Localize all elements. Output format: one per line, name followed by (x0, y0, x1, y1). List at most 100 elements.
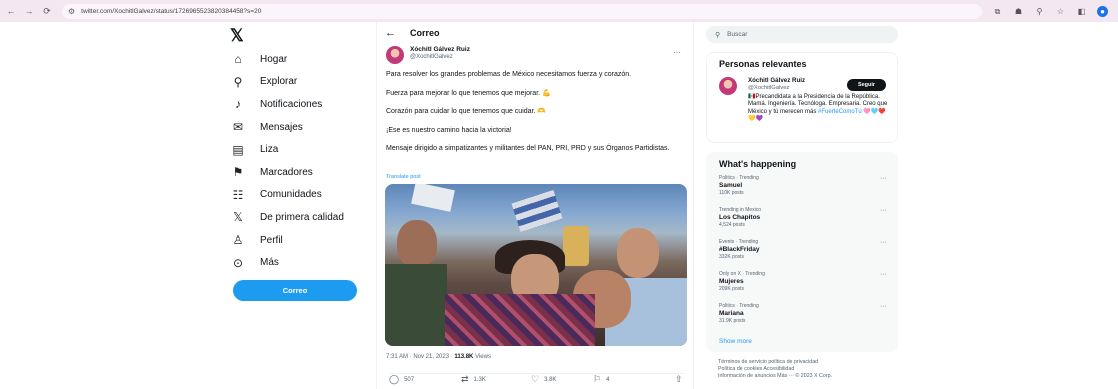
trend-category: Trending in Mexico (719, 207, 762, 213)
trend-count: 4,524 posts (719, 222, 745, 228)
sidebar-item-bookmarks[interactable]: ⚑ Marcadores (226, 161, 376, 184)
whats-happening-card: What's happening Politics · Trending Sam… (706, 152, 898, 352)
tweet-text: Para resolver los grandes problemas de M… (386, 70, 684, 154)
sidebar-item-label: Más (260, 257, 279, 269)
sidepanel-icon[interactable]: ◧ (1076, 6, 1087, 17)
footer-line[interactable]: Información de anuncios Más ··· © 2023 X… (718, 373, 898, 380)
trend-category: Only on X · Trending (719, 271, 765, 277)
follow-button[interactable]: Seguir (847, 79, 886, 91)
cast-icon[interactable]: ⧉ (992, 6, 1003, 17)
trend-item[interactable]: Politics · Trending Mariana 31.9K posts (719, 303, 759, 324)
trend-more-icon[interactable]: ··· (880, 271, 887, 278)
trend-more-icon[interactable]: ··· (880, 239, 887, 246)
main-column: ← Correo Xóchitl Gálvez Ruiz @XochitlGal… (376, 22, 694, 389)
trend-category: Politics · Trending (719, 303, 759, 309)
sidebar-item-messages[interactable]: ✉ Mensajes (226, 116, 376, 139)
sidebar-item-label: De primera calidad (260, 211, 344, 223)
repost-button[interactable]: ⇄ 1.3K (461, 374, 486, 385)
reply-button[interactable]: ◯ 507 (389, 374, 414, 385)
search-input[interactable]: ⚲ Buscar (706, 26, 898, 43)
trend-item[interactable]: Events · Trending #BlackFriday 332K post… (719, 239, 759, 260)
trend-item[interactable]: Trending in Mexico Los Chapitos 4,524 po… (719, 207, 761, 228)
avatar[interactable] (386, 46, 404, 64)
bio-hashtag[interactable]: #FuerteComoTú (818, 109, 862, 115)
translate-link[interactable]: Translate post (386, 174, 421, 180)
like-button[interactable]: ♡ 3.8K (531, 374, 556, 385)
sidebar-item-label: Comunidades (260, 189, 322, 201)
trend-more-icon[interactable]: ··· (880, 175, 887, 182)
sidebar-item-explore[interactable]: ⚲ Explorar (226, 71, 376, 94)
sidebar-item-premium[interactable]: 𝕏 De primera calidad (226, 206, 376, 229)
author-name[interactable]: Xóchitl Gálvez Ruiz (410, 46, 470, 53)
footer-line[interactable]: Términos de servicio política de privaci… (718, 359, 898, 366)
trend-item[interactable]: Only on X · Trending Mujeres 209K posts (719, 271, 765, 292)
extension-icon[interactable]: ☗ (1013, 6, 1024, 17)
tweet-time[interactable]: 7:31 AM · Nov 21, 2023 · (386, 354, 454, 360)
zoom-icon[interactable]: ⚲ (1034, 6, 1045, 17)
like-count: 3.8K (544, 376, 557, 383)
repost-icon: ⇄ (461, 374, 469, 384)
bookmark-icon: ⚐ (593, 374, 602, 384)
bookmark-icon: ⚑ (232, 165, 244, 180)
relevant-bio: 🇲🇽Precandidata a la Presidencia de la Re… (748, 94, 890, 123)
sidebar-item-label: Liza (260, 144, 279, 156)
sidebar-item-label: Marcadores (260, 166, 313, 178)
profile-icon[interactable]: ● (1097, 5, 1108, 17)
sidebar-item-home[interactable]: ⌂ Hogar (226, 48, 376, 71)
footer-line[interactable]: Política de cookies Accesibilidad (718, 366, 898, 373)
forward-nav-icon[interactable]: → (22, 6, 36, 16)
search-icon: ⚲ (715, 31, 721, 39)
avatar[interactable] (719, 77, 737, 95)
trend-count: 110K posts (719, 190, 744, 196)
bookmark-button[interactable]: ⚐ 4 (593, 374, 609, 385)
sidebar-item-label: Hogar (260, 53, 288, 65)
author-handle[interactable]: @XochitlGalvez (410, 54, 470, 60)
sidebar-item-lists[interactable]: ▤ Liza (226, 138, 376, 161)
url-text: twitter.com/XochitlGalvez/status/1726965… (81, 7, 262, 15)
trend-name: Los Chapitos (719, 214, 761, 221)
share-button[interactable]: ⇧ (675, 374, 688, 385)
sidebar-item-label: Mensajes (260, 121, 303, 133)
people-icon: ☷ (232, 187, 244, 202)
tweet-paragraph: ¡Ese es nuestro camino hacia la victoria… (386, 126, 512, 134)
right-sidebar: ⚲ Buscar Personas relevantes Xóchitl Gál… (706, 22, 898, 380)
envelope-icon: ✉ (232, 120, 244, 135)
tweet-paragraph: Para resolver los grandes problemas de M… (386, 71, 632, 78)
main-header: ← Correo (377, 22, 693, 44)
back-nav-icon[interactable]: ← (4, 6, 18, 16)
post-button[interactable]: Correo (233, 280, 357, 301)
tweet-paragraph: Fuerza para mejorar lo que tenemos que m… (386, 89, 551, 97)
tweet-photo[interactable] (385, 184, 687, 346)
show-more-link[interactable]: Show more (719, 338, 752, 345)
sidebar-item-notifications[interactable]: ♪ Notificaciones (226, 93, 376, 116)
relevant-people-card: Personas relevantes Xóchitl Gálvez Ruiz … (706, 52, 898, 143)
more-options-icon[interactable]: ··· (673, 48, 681, 57)
repost-count: 1.3K (473, 376, 486, 383)
page-title: Correo (410, 28, 440, 38)
reply-count: 507 (404, 376, 415, 383)
sidebar-item-more[interactable]: ⊙ Más (226, 251, 376, 274)
tweet-author[interactable]: Xóchitl Gálvez Ruiz @XochitlGalvez (386, 46, 470, 64)
heart-icon: ♡ (531, 374, 540, 384)
reload-icon[interactable]: ⟳ (40, 6, 54, 17)
trend-item[interactable]: Politics · Trending Samuel 110K posts (719, 175, 759, 196)
relevant-name[interactable]: Xóchitl Gálvez Ruiz (748, 77, 805, 84)
tweet-timestamp: 7:31 AM · Nov 21, 2023 · 113.8K Views (386, 354, 491, 360)
trend-count: 332K posts (719, 254, 745, 260)
bookmark-star-icon[interactable]: ☆ (1055, 6, 1066, 17)
x-logo-icon[interactable]: 𝕏 (230, 26, 376, 48)
site-info-icon[interactable]: ⚙ (68, 7, 75, 16)
trend-more-icon[interactable]: ··· (880, 303, 887, 310)
back-arrow-icon[interactable]: ← (385, 27, 396, 39)
search-placeholder: Buscar (727, 31, 748, 38)
sidebar-item-profile[interactable]: ♙ Perfil (226, 229, 376, 252)
trend-more-icon[interactable]: ··· (880, 207, 887, 214)
sidebar-item-communities[interactable]: ☷ Comunidades (226, 184, 376, 207)
left-sidebar: 𝕏 ⌂ Hogar ⚲ Explorar ♪ Notificaciones ✉ … (226, 24, 376, 274)
trend-count: 31.9K posts (719, 318, 746, 324)
trend-name: #BlackFriday (719, 246, 760, 253)
address-bar[interactable]: ⚙ twitter.com/XochitlGalvez/status/17269… (62, 3, 982, 19)
footer-links: Términos de servicio política de privaci… (706, 359, 898, 380)
list-icon: ▤ (232, 142, 244, 157)
relevant-handle[interactable]: @XochitlGalvez (748, 85, 789, 91)
